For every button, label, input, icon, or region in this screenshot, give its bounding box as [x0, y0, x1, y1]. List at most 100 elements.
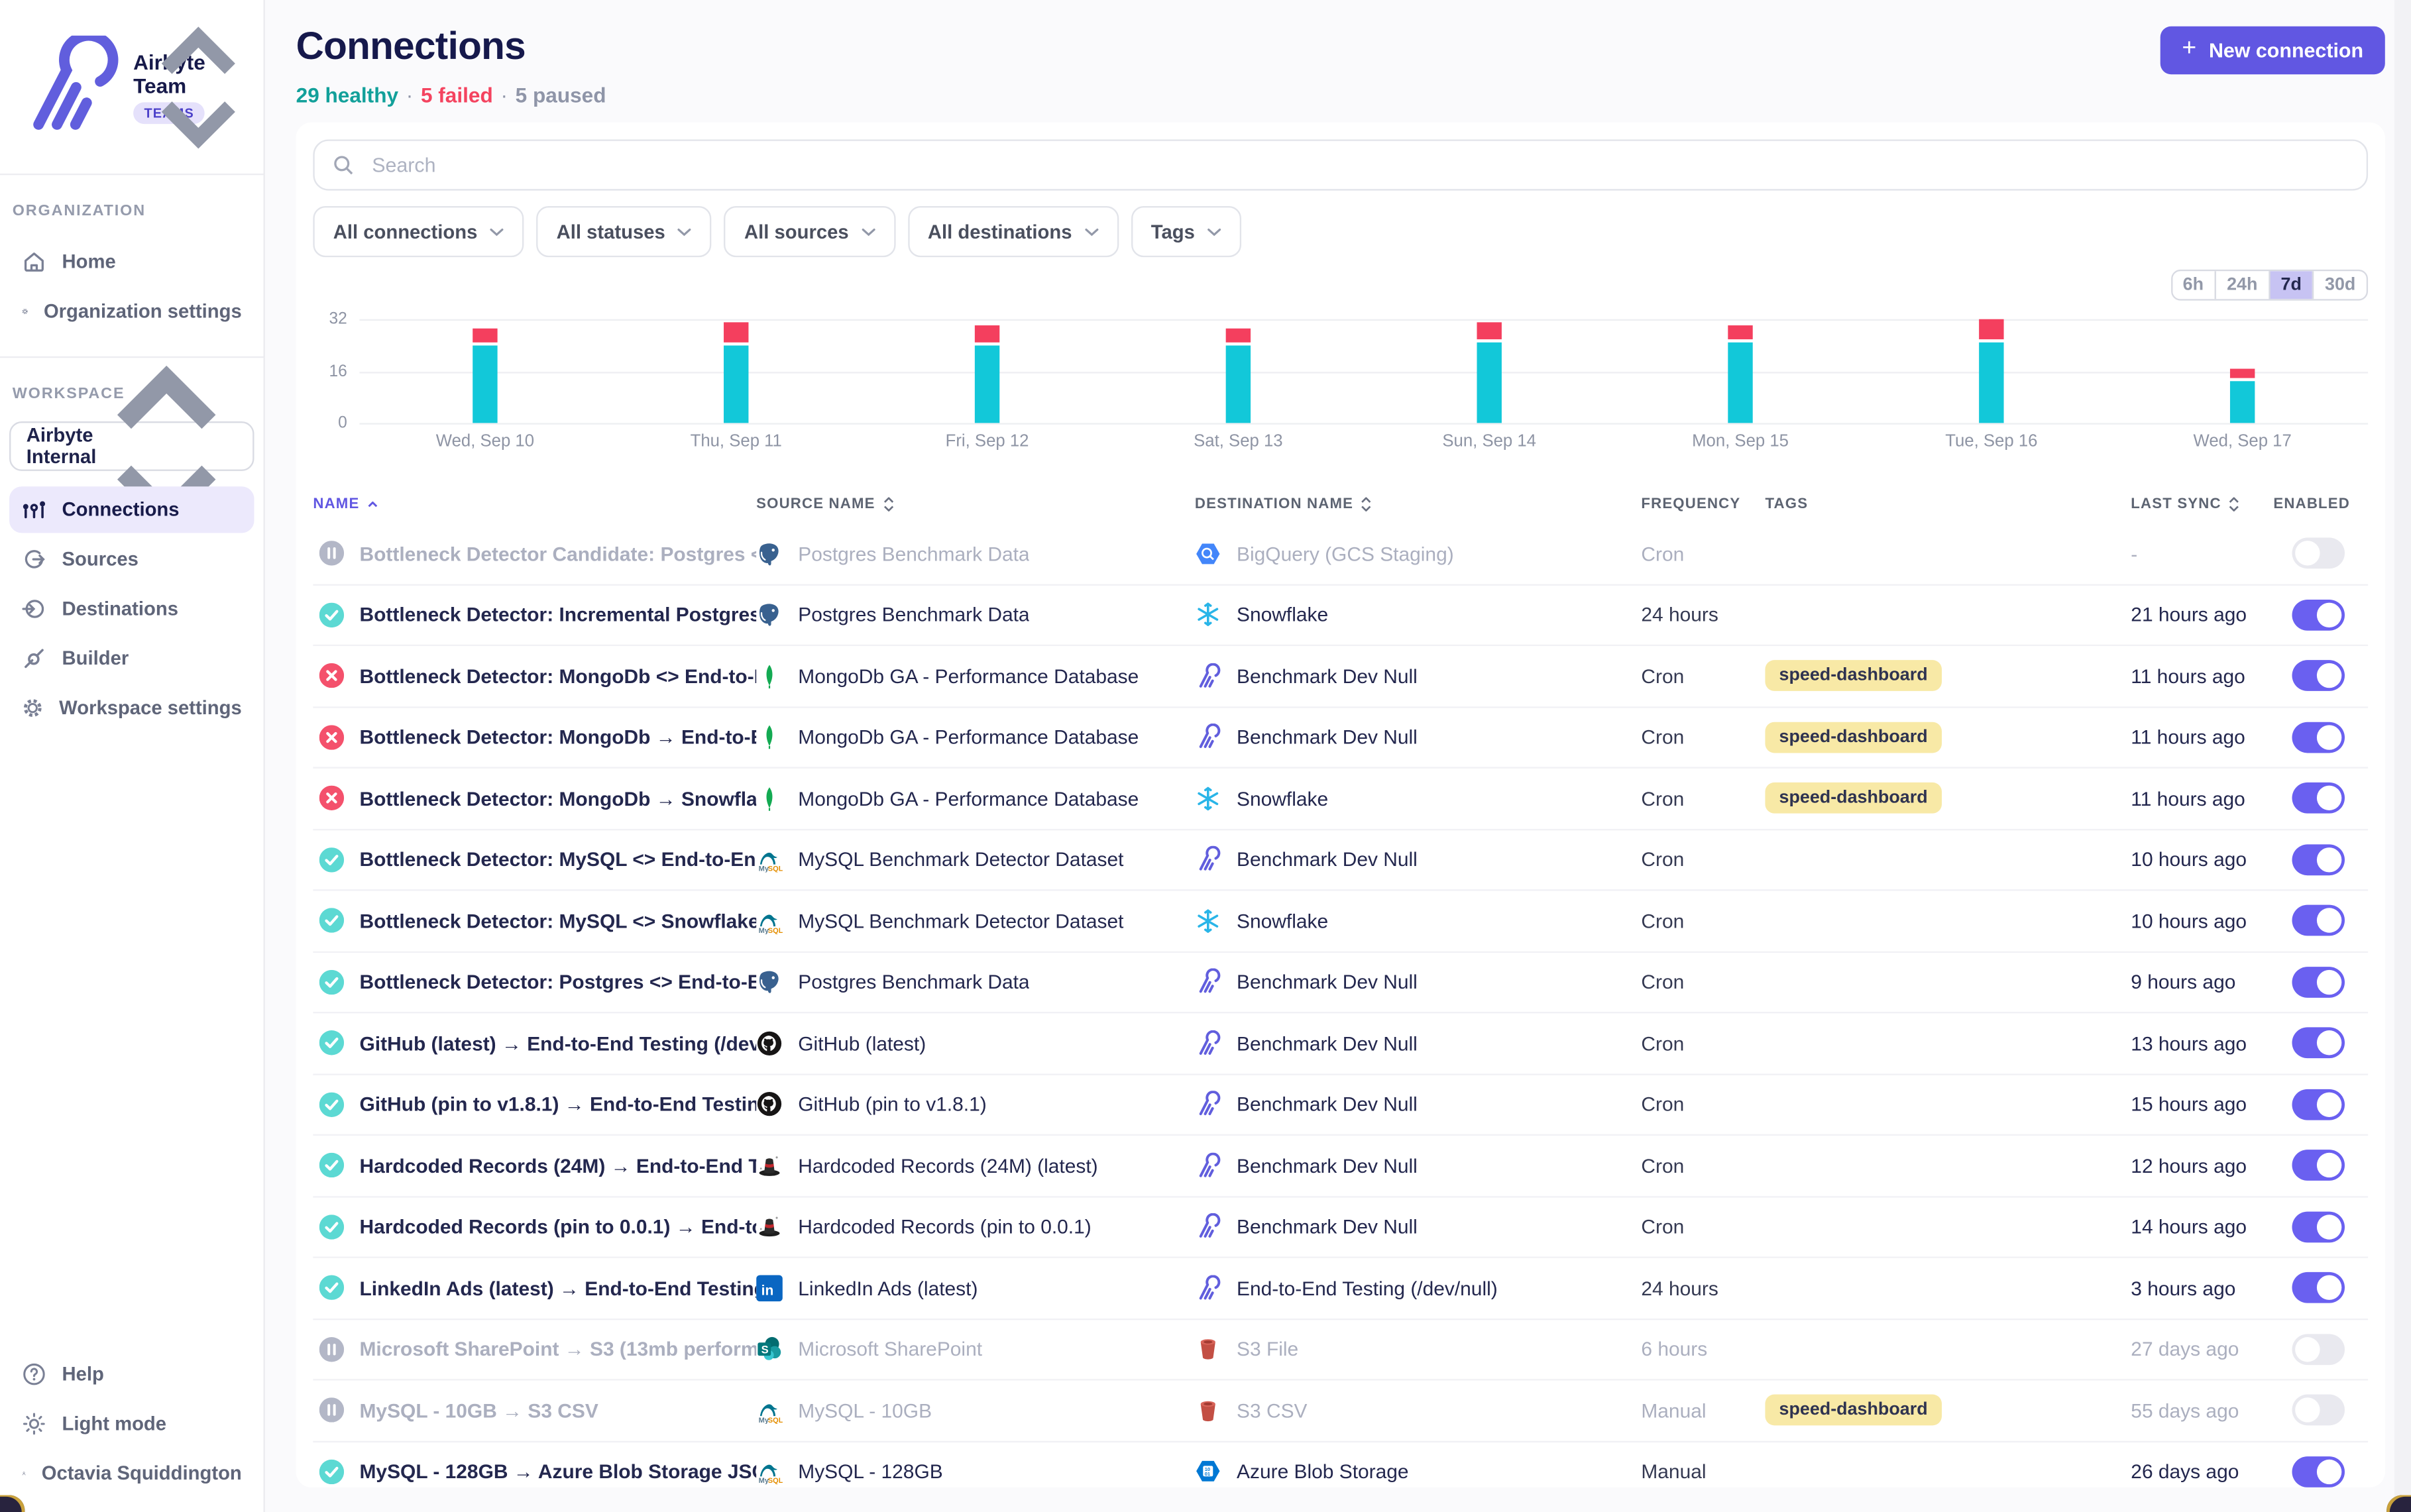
mongodb-icon [756, 663, 783, 689]
table-row[interactable]: Bottleneck Detector Candidate: Postgres … [313, 523, 2368, 584]
enabled-toggle[interactable] [2292, 1089, 2345, 1120]
time-range-6h[interactable]: 6h [2172, 271, 2214, 299]
success-segment [975, 345, 999, 423]
sidebar-item-organization-settings[interactable]: Organization settings [9, 288, 254, 335]
enabled-toggle[interactable] [2292, 1028, 2345, 1059]
chart-bar[interactable] [724, 323, 748, 423]
success-segment [2230, 381, 2255, 423]
y-tick-label: 32 [329, 310, 347, 329]
enabled-toggle[interactable] [2292, 1150, 2345, 1181]
sidebar-item-destinations[interactable]: Destinations [9, 586, 254, 632]
chart-bar[interactable] [473, 329, 497, 423]
scrollbar-track[interactable] [2394, 0, 2411, 1512]
source-name: MySQL - 10GB [798, 1399, 932, 1422]
chart-bar[interactable] [1728, 326, 1752, 423]
time-range-30d[interactable]: 30d [2312, 271, 2366, 299]
column-header-frequency[interactable]: FREQUENCY [1641, 495, 1765, 512]
column-header-destination-name[interactable]: DESTINATION NAME [1195, 495, 1641, 512]
table-row[interactable]: Bottleneck Detector: MongoDb <> End-to-E… [313, 646, 2368, 707]
chart-bar[interactable] [1477, 323, 1501, 423]
tag-speed-dashboard[interactable]: speed-dashboard [1765, 661, 1941, 692]
connections-icon [22, 498, 46, 522]
enabled-toggle[interactable] [2292, 1211, 2345, 1242]
table-row[interactable]: Bottleneck Detector: MongoDb → Snowflake… [313, 769, 2368, 830]
table-row[interactable]: Bottleneck Detector: Incremental Postgre… [313, 585, 2368, 646]
enabled-toggle[interactable] [2292, 1334, 2345, 1365]
chart-bar[interactable] [1979, 319, 2003, 423]
sidebar-item-home[interactable]: Home [9, 239, 254, 286]
column-header-enabled[interactable]: ENABLED [2273, 495, 2368, 512]
enabled-toggle[interactable] [2292, 1272, 2345, 1303]
destination-name: Benchmark Dev Null [1237, 1032, 1418, 1055]
sidebar-item-label: Builder [62, 648, 129, 670]
column-header-name[interactable]: NAME [313, 495, 756, 512]
chart-bar[interactable] [2230, 368, 2255, 423]
time-range-24h[interactable]: 24h [2214, 271, 2268, 299]
chart-bar[interactable] [975, 326, 999, 423]
connection-name: Bottleneck Detector: Postgres <> End-to-… [360, 970, 757, 993]
org-switcher[interactable]: Airbyte Team TEAMS [0, 0, 264, 174]
column-header-tags[interactable]: TAGS [1765, 495, 2131, 512]
sidebar-item-builder[interactable]: Builder [9, 635, 254, 682]
enabled-toggle[interactable] [2292, 722, 2345, 753]
status-success-icon [319, 602, 344, 627]
success-segment [1728, 342, 1752, 423]
column-label: ENABLED [2273, 495, 2350, 512]
enabled-toggle[interactable] [2292, 783, 2345, 814]
table-row[interactable]: MySQL - 128GB → Azure Blob Storage JSOn … [313, 1442, 2368, 1487]
table-row[interactable]: Hardcoded Records (24M) → End-to-End Te.… [313, 1136, 2368, 1197]
table-row[interactable]: GitHub (pin to v1.8.1) → End-to-End Test… [313, 1075, 2368, 1136]
table-row[interactable]: Hardcoded Records (pin to 0.0.1) → End-t… [313, 1197, 2368, 1258]
sidebar-item-workspace-settings[interactable]: Workspace settings [9, 685, 254, 731]
sidebar-item-connections[interactable]: Connections [9, 487, 254, 533]
table-row[interactable]: GitHub (latest) → End-to-End Testing (/d… [313, 1013, 2368, 1074]
status-success-icon [319, 1031, 344, 1055]
enabled-toggle[interactable] [2292, 967, 2345, 998]
filter-all-connections[interactable]: All connections [313, 206, 524, 257]
enabled-toggle[interactable] [2292, 844, 2345, 875]
table-row[interactable]: LinkedIn Ads (latest) → End-to-End Testi… [313, 1258, 2368, 1319]
table-row[interactable]: Bottleneck Detector: MySQL <> End-to-End… [313, 830, 2368, 891]
sidebar-item-sources[interactable]: Sources [9, 537, 254, 583]
table-row[interactable]: Bottleneck Detector: Postgres <> End-to-… [313, 952, 2368, 1013]
column-header-last-sync[interactable]: LAST SYNC [2131, 495, 2273, 512]
sidebar-item-label: Light mode [62, 1413, 167, 1435]
enabled-toggle[interactable] [2292, 599, 2345, 630]
table-row[interactable]: MySQL - 10GB → S3 CSVMySQLMySQL - 10GBS3… [313, 1381, 2368, 1442]
tag-speed-dashboard[interactable]: speed-dashboard [1765, 783, 1941, 814]
enabled-toggle[interactable] [2292, 1456, 2345, 1487]
sidebar-item-help[interactable]: Help [9, 1351, 254, 1397]
connection-name: Bottleneck Detector: MongoDb → End-to-En… [360, 726, 757, 749]
success-segment [1979, 342, 2003, 423]
sidebar-item-octavia-squiddington[interactable]: Octavia Squiddington [9, 1450, 254, 1497]
enabled-toggle[interactable] [2292, 905, 2345, 936]
airbyte-icon [1195, 1091, 1221, 1118]
toggle-knob [2317, 1092, 2341, 1116]
tag-speed-dashboard[interactable]: speed-dashboard [1765, 1395, 1941, 1426]
chart-bar[interactable] [1226, 329, 1251, 423]
table-row[interactable]: Bottleneck Detector: MySQL <> SnowflakeM… [313, 891, 2368, 952]
column-header-source-name[interactable]: SOURCE NAME [756, 495, 1195, 512]
svg-text:in: in [761, 1283, 774, 1298]
last-sync: - [2131, 542, 2273, 565]
last-sync: 10 hours ago [2131, 848, 2273, 871]
time-range-7d[interactable]: 7d [2269, 271, 2312, 299]
filter-all-destinations[interactable]: All destinations [907, 206, 1118, 257]
workspace-selector[interactable]: Airbyte Internal [9, 421, 254, 471]
filter-tags[interactable]: Tags [1131, 206, 1241, 257]
time-range-row: 6h24h7d30d [313, 270, 2368, 301]
table-body: Bottleneck Detector Candidate: Postgres … [313, 523, 2368, 1487]
tag-speed-dashboard[interactable]: speed-dashboard [1765, 722, 1941, 753]
new-connection-button[interactable]: + New connection [2160, 27, 2385, 74]
search-input[interactable] [369, 152, 2349, 178]
enabled-toggle[interactable] [2292, 1395, 2345, 1426]
enabled-toggle[interactable] [2292, 661, 2345, 692]
filter-all-statuses[interactable]: All statuses [536, 206, 712, 257]
table-row[interactable]: Microsoft SharePoint → S3 (13mb performa… [313, 1319, 2368, 1380]
workspace-selector-value: Airbyte Internal [27, 425, 97, 468]
enabled-toggle[interactable] [2292, 538, 2345, 569]
sidebar-item-light-mode[interactable]: Light mode [9, 1401, 254, 1447]
filter-all-sources[interactable]: All sources [724, 206, 895, 257]
table-row[interactable]: Bottleneck Detector: MongoDb → End-to-En… [313, 707, 2368, 768]
failed-segment [2230, 368, 2255, 378]
